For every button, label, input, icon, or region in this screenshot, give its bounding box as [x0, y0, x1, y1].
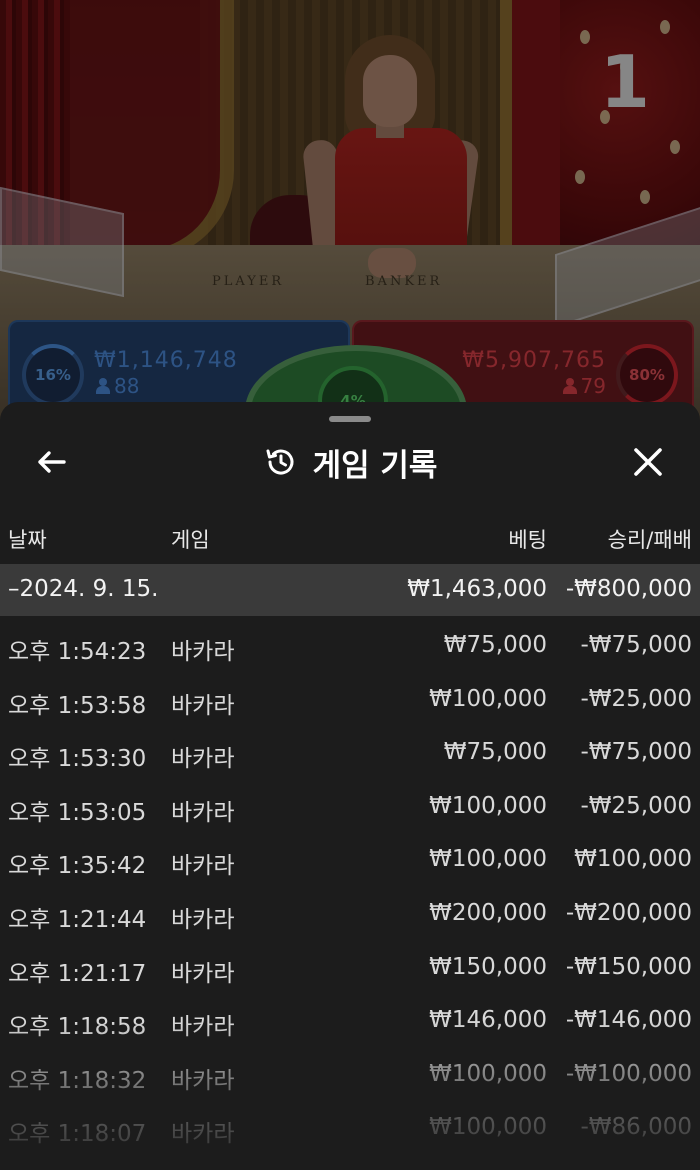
row-time: 오후 1:54:23 — [8, 639, 147, 665]
row-time: 오후 1:53:58 — [8, 692, 147, 719]
row-time: 오후 1:53:30 — [8, 746, 147, 773]
row-bet: ₩100,000 — [429, 1060, 547, 1087]
row-time: 오후 1:53:05 — [8, 799, 147, 826]
row-bet: ₩200,000 — [429, 899, 547, 926]
history-list: 오후 1:54:23 바카라 ₩75,000 -₩75,000 오후 1:53:… — [0, 616, 700, 1152]
game-history-sheet: 게임 기록 날짜 게임 베팅 승리/패배 –2024. 9. 15. ₩1,46… — [0, 402, 700, 1170]
live-video: PLAYER BANKER 1 16% ₩1,146,748 88 ₩5,907… — [0, 0, 700, 420]
row-bet: ₩75,000 — [443, 632, 547, 658]
row-game: 바카라 — [171, 960, 235, 987]
history-row[interactable]: 오후 1:53:30 바카라 ₩75,000 -₩75,000 — [0, 723, 700, 777]
close-button[interactable] — [626, 440, 670, 484]
row-result: -₩200,000 — [565, 899, 692, 926]
history-row[interactable]: 오후 1:35:42 바카라 ₩100,000 ₩100,000 — [0, 830, 700, 884]
history-row[interactable]: 오후 1:18:32 바카라 ₩100,000 -₩100,000 — [0, 1045, 700, 1099]
column-header-game: 게임 — [171, 528, 210, 552]
row-result: -₩25,000 — [580, 792, 692, 819]
row-bet: ₩100,000 — [429, 846, 547, 873]
sheet-title: 게임 기록 — [312, 447, 438, 484]
row-game: 바카라 — [171, 906, 235, 933]
row-game: 바카라 — [171, 639, 235, 665]
row-time: 오후 1:18:32 — [8, 1067, 147, 1094]
group-result-total: -₩800,000 — [565, 576, 692, 602]
row-bet: ₩100,000 — [429, 1114, 547, 1141]
column-header-row: 날짜 게임 베팅 승리/패배 — [0, 512, 700, 562]
history-clock-icon — [266, 449, 294, 475]
history-row[interactable]: 오후 1:21:17 바카라 ₩150,000 -₩150,000 — [0, 938, 700, 992]
row-time: 오후 1:21:17 — [8, 960, 147, 987]
back-button[interactable] — [30, 440, 74, 484]
row-time: 오후 1:18:58 — [8, 1014, 147, 1041]
history-row[interactable]: 오후 1:53:05 바카라 ₩100,000 -₩25,000 — [0, 777, 700, 831]
row-bet: ₩150,000 — [429, 953, 547, 980]
row-bet: ₩100,000 — [429, 792, 547, 819]
row-time: 오후 1:35:42 — [8, 853, 147, 880]
row-result: ₩100,000 — [574, 846, 692, 873]
row-time: 오후 1:21:44 — [8, 906, 147, 933]
row-result: -₩75,000 — [580, 632, 692, 658]
column-header-bet: 베팅 — [508, 528, 547, 552]
video-dim-overlay — [0, 0, 700, 420]
row-result: -₩146,000 — [565, 1007, 692, 1034]
row-game: 바카라 — [171, 746, 235, 773]
row-bet: ₩75,000 — [443, 739, 547, 766]
history-row[interactable]: 오후 1:21:44 바카라 ₩200,000 -₩200,000 — [0, 884, 700, 938]
row-game: 바카라 — [171, 853, 235, 880]
history-row[interactable]: 오후 1:54:23 바카라 ₩75,000 -₩75,000 — [0, 616, 700, 670]
row-time: 오후 1:18:07 — [8, 1121, 147, 1148]
row-result: -₩150,000 — [565, 953, 692, 980]
row-bet: ₩146,000 — [429, 1007, 547, 1034]
row-result: -₩100,000 — [565, 1060, 692, 1087]
group-date: –2024. 9. 15. — [8, 576, 159, 602]
arrow-left-icon — [38, 451, 66, 473]
date-group-row[interactable]: –2024. 9. 15. ₩1,463,000 -₩800,000 — [0, 564, 700, 616]
row-game: 바카라 — [171, 1121, 235, 1148]
row-result: -₩86,000 — [580, 1114, 692, 1141]
history-row[interactable]: 오후 1:53:58 바카라 ₩100,000 -₩25,000 — [0, 670, 700, 724]
sheet-grabber[interactable] — [329, 416, 371, 422]
row-game: 바카라 — [171, 799, 235, 826]
history-row[interactable]: 오후 1:18:58 바카라 ₩146,000 -₩146,000 — [0, 991, 700, 1045]
row-game: 바카라 — [171, 692, 235, 719]
column-header-date: 날짜 — [8, 528, 47, 552]
row-result: -₩75,000 — [580, 739, 692, 766]
row-bet: ₩100,000 — [429, 685, 547, 712]
close-icon — [634, 448, 662, 476]
column-header-result: 승리/패배 — [607, 528, 692, 552]
row-result: -₩25,000 — [580, 685, 692, 712]
history-row[interactable]: 오후 1:18:07 바카라 ₩100,000 -₩86,000 — [0, 1098, 700, 1152]
title-group: 게임 기록 — [0, 432, 700, 492]
group-bet-total: ₩1,463,000 — [407, 576, 547, 602]
row-game: 바카라 — [171, 1067, 235, 1094]
row-game: 바카라 — [171, 1014, 235, 1041]
history-header: 게임 기록 — [0, 432, 700, 492]
